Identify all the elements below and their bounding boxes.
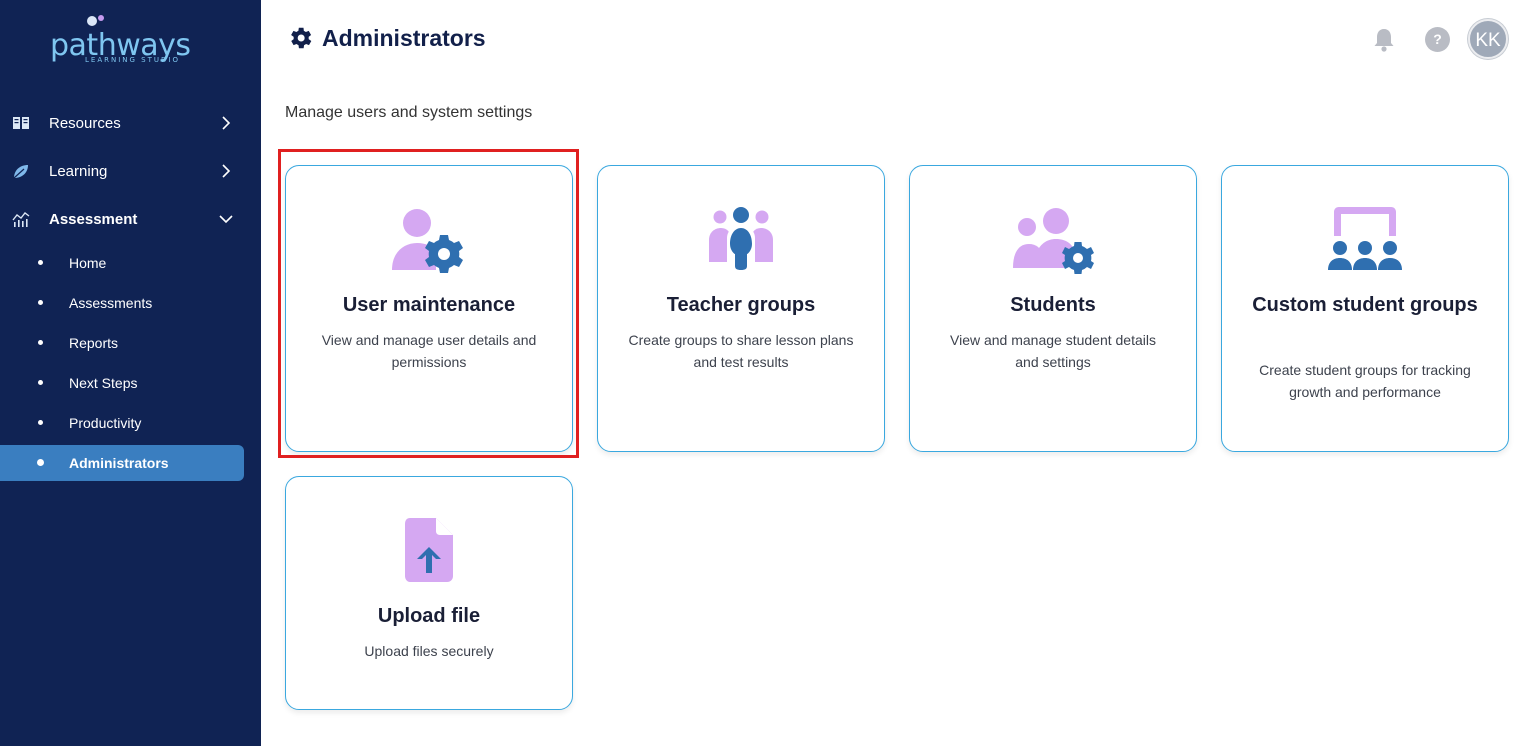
teacher-group-icon bbox=[709, 207, 773, 270]
sidebar-item-resources[interactable]: Resources bbox=[0, 105, 261, 141]
leaf-icon bbox=[13, 165, 28, 179]
sidebar-subitem-label: Reports bbox=[69, 335, 119, 351]
sidebar-subitem-label: Home bbox=[69, 255, 107, 271]
sidebar-subitem-assessments[interactable]: Assessments bbox=[0, 285, 261, 321]
avatar[interactable]: KK bbox=[1468, 19, 1508, 59]
sidebar-subitem-next-steps[interactable]: Next Steps bbox=[0, 365, 261, 401]
bullet-icon bbox=[38, 420, 43, 425]
chevron-down-icon bbox=[219, 215, 233, 224]
sidebar-subitem-reports[interactable]: Reports bbox=[0, 325, 261, 361]
bullet-icon bbox=[37, 459, 44, 466]
card-title: Students bbox=[1010, 294, 1096, 316]
book-icon bbox=[13, 117, 29, 129]
selection-highlight bbox=[278, 149, 579, 458]
sidebar-subitem-productivity[interactable]: Productivity bbox=[0, 405, 261, 441]
card-description: View and manage student details and sett… bbox=[950, 332, 1156, 370]
card-students[interactable]: Students View and manage student details… bbox=[909, 165, 1197, 452]
card-description: Create student groups for tracking growt… bbox=[1259, 362, 1471, 400]
chevron-right-icon bbox=[222, 116, 231, 130]
page-subtitle: Manage users and system settings bbox=[285, 104, 533, 121]
card-title: Teacher groups bbox=[666, 294, 816, 316]
page-title-text: Administrators bbox=[322, 24, 486, 51]
sidebar-subitem-administrators[interactable]: Administrators bbox=[0, 445, 244, 481]
gear-icon bbox=[291, 27, 312, 49]
sidebar: pathways LEARNING STUDIO Resources Learn… bbox=[0, 0, 261, 746]
card-description: Upload files securely bbox=[364, 643, 494, 659]
sidebar-item-label: Assessment bbox=[49, 210, 138, 228]
card-title: Custom student groups bbox=[1252, 294, 1478, 316]
sidebar-item-learning[interactable]: Learning bbox=[0, 153, 261, 189]
classroom-icon bbox=[1328, 207, 1402, 270]
sidebar-item-label: Resources bbox=[49, 114, 121, 132]
sidebar-subitem-label: Assessments bbox=[69, 295, 153, 311]
students-gear-icon bbox=[1013, 208, 1094, 274]
logo-tagline: LEARNING STUDIO bbox=[85, 56, 180, 64]
sidebar-subitem-label: Productivity bbox=[69, 415, 142, 431]
card-teacher-groups[interactable]: Teacher groups Create groups to share le… bbox=[597, 165, 885, 452]
card-custom-student-groups[interactable]: Custom student groups Create student gro… bbox=[1221, 165, 1509, 452]
help-icon[interactable]: ? bbox=[1425, 27, 1450, 52]
sidebar-subitem-home[interactable]: Home bbox=[0, 245, 261, 281]
sidebar-item-label: Learning bbox=[49, 162, 108, 180]
sidebar-item-assessment[interactable]: Assessment bbox=[0, 201, 261, 237]
bullet-icon bbox=[38, 300, 43, 305]
card-upload-file[interactable]: Upload file Upload files securely bbox=[285, 476, 573, 710]
bell-icon[interactable] bbox=[1372, 27, 1396, 53]
bullet-icon bbox=[38, 380, 43, 385]
file-upload-icon bbox=[405, 518, 453, 582]
sidebar-subitem-label: Administrators bbox=[69, 455, 169, 471]
card-title: Upload file bbox=[377, 605, 481, 627]
card-description: Create groups to share lesson plans and … bbox=[628, 332, 854, 370]
bullet-icon bbox=[38, 340, 43, 345]
bullet-icon bbox=[38, 260, 43, 265]
pathways-logo[interactable]: pathways LEARNING STUDIO bbox=[50, 14, 200, 70]
page-title: Administrators bbox=[286, 24, 486, 52]
sidebar-subitem-label: Next Steps bbox=[69, 375, 138, 391]
chevron-right-icon bbox=[222, 164, 231, 178]
chart-icon bbox=[12, 212, 30, 227]
